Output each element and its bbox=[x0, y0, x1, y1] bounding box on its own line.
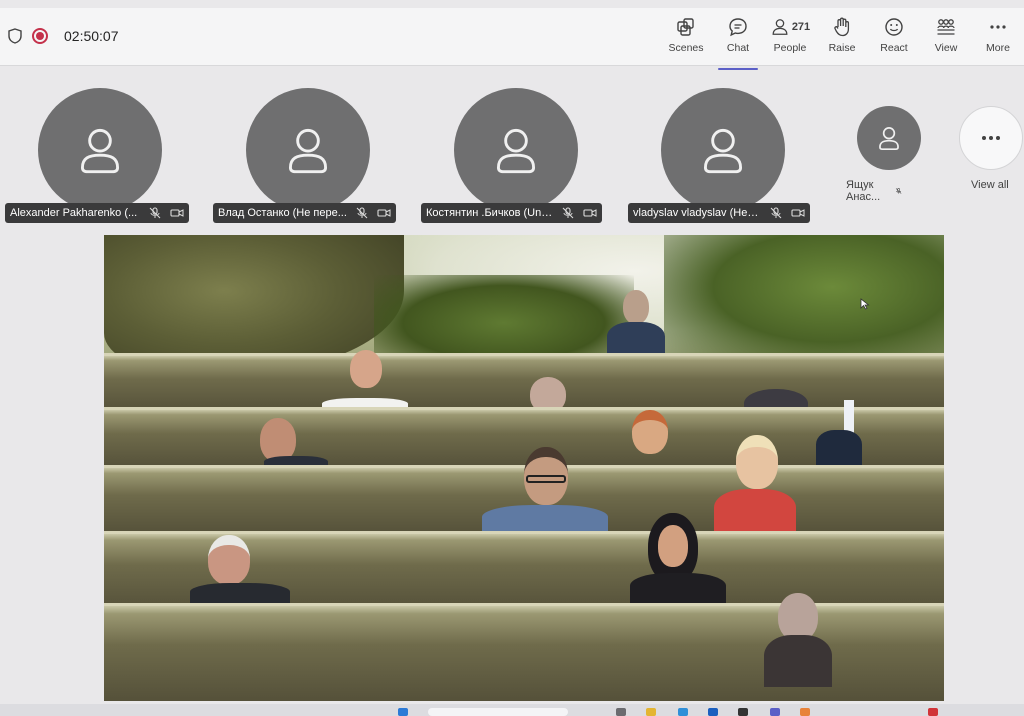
recording-icon bbox=[32, 28, 48, 44]
react-icon bbox=[885, 18, 903, 36]
scenes-icon bbox=[677, 18, 694, 36]
person-icon bbox=[288, 128, 328, 174]
participant-video bbox=[607, 290, 665, 358]
taskbar-app-icon[interactable] bbox=[928, 708, 938, 716]
scene-trees bbox=[664, 235, 944, 365]
chat-button[interactable]: Chat bbox=[712, 16, 764, 70]
more-icon bbox=[990, 25, 1006, 29]
person-icon bbox=[496, 128, 536, 174]
avatar bbox=[246, 88, 370, 212]
taskbar-app-icon[interactable] bbox=[738, 708, 748, 716]
raise-hand-icon bbox=[834, 17, 850, 37]
view-all-label[interactable]: View all bbox=[971, 179, 1009, 191]
video-off-icon bbox=[583, 209, 597, 217]
participant-video bbox=[764, 593, 832, 687]
windows-start-icon[interactable] bbox=[398, 708, 408, 716]
os-taskbar bbox=[0, 704, 1024, 716]
participant-nameplate: vladyslav vladyslav (Не п... bbox=[628, 203, 810, 223]
view-all-button[interactable] bbox=[959, 106, 1023, 170]
taskbar-app-icon[interactable] bbox=[646, 708, 656, 716]
avatar bbox=[38, 88, 162, 212]
participant-name: Костянтин .Бичков (Unv... bbox=[426, 207, 553, 219]
participant-name: vladyslav vladyslav (Не п... bbox=[633, 207, 761, 219]
taskbar-search[interactable] bbox=[428, 708, 568, 716]
person-icon bbox=[80, 128, 120, 174]
mic-off-icon bbox=[149, 207, 161, 219]
video-off-icon bbox=[377, 209, 391, 217]
meeting-status: 02:50:07 bbox=[8, 28, 119, 44]
participant-name: Ящук Анас... bbox=[846, 179, 881, 203]
people-icon bbox=[772, 19, 788, 35]
scenes-label: Scenes bbox=[668, 42, 704, 54]
person-icon bbox=[879, 127, 899, 151]
video-off-icon bbox=[791, 209, 805, 217]
scenes-button[interactable]: Scenes bbox=[660, 16, 712, 64]
person-icon bbox=[703, 128, 743, 174]
participant-video bbox=[624, 410, 676, 468]
participant-video bbox=[254, 418, 328, 470]
participant-nameplate: Alexander Pakharenko (... bbox=[5, 203, 189, 223]
chat-icon bbox=[729, 18, 747, 37]
view-label: View bbox=[934, 42, 958, 54]
taskbar-app-icon[interactable] bbox=[708, 708, 718, 716]
people-label: People bbox=[773, 42, 807, 54]
meeting-toolbar: 02:50:07 Scenes Chat 271 People Raise Re… bbox=[0, 8, 1024, 70]
participant-video bbox=[322, 350, 408, 412]
people-button[interactable]: 271 People bbox=[764, 16, 816, 64]
participant-video bbox=[816, 400, 862, 466]
participant-nameplate: Костянтин .Бичков (Unv... bbox=[421, 203, 602, 223]
scene-trees bbox=[374, 275, 634, 355]
participant-nameplate: Влад Останко (Не пере... bbox=[213, 203, 396, 223]
react-button[interactable]: React bbox=[868, 16, 920, 64]
view-icon bbox=[937, 19, 955, 35]
participant-video bbox=[482, 447, 608, 535]
meeting-timer: 02:50:07 bbox=[64, 28, 119, 44]
more-button[interactable]: More bbox=[972, 16, 1024, 64]
more-label: More bbox=[986, 42, 1010, 54]
mic-off-icon bbox=[770, 207, 782, 219]
together-mode-scene bbox=[104, 235, 944, 701]
video-off-icon bbox=[170, 209, 184, 217]
avatar bbox=[661, 88, 785, 212]
participant-video bbox=[630, 513, 726, 605]
participant-name: Alexander Pakharenko (... bbox=[10, 207, 138, 219]
mic-off-icon bbox=[356, 207, 368, 219]
taskbar-app-icon[interactable] bbox=[800, 708, 810, 716]
taskbar-app-icon[interactable] bbox=[678, 708, 688, 716]
shield-icon bbox=[8, 28, 22, 44]
taskbar-app-icon[interactable] bbox=[770, 708, 780, 716]
more-icon bbox=[982, 136, 1000, 140]
participant-video bbox=[714, 435, 796, 535]
avatar bbox=[857, 106, 921, 170]
chat-label: Chat bbox=[726, 42, 750, 54]
raise-hand-button[interactable]: Raise bbox=[816, 16, 868, 64]
mouse-cursor-icon bbox=[860, 298, 870, 310]
mic-off-icon bbox=[895, 188, 902, 194]
view-button[interactable]: View bbox=[920, 16, 972, 64]
people-count: 271 bbox=[791, 21, 811, 33]
react-label: React bbox=[880, 42, 908, 54]
raise-label: Raise bbox=[828, 42, 856, 54]
participant-nameplate: Ящук Анас... bbox=[846, 179, 902, 203]
avatar bbox=[454, 88, 578, 212]
mic-off-icon bbox=[562, 207, 574, 219]
participant-name: Влад Останко (Не пере... bbox=[218, 207, 347, 219]
participant-video bbox=[190, 535, 290, 605]
taskbar-app-icon[interactable] bbox=[616, 708, 626, 716]
